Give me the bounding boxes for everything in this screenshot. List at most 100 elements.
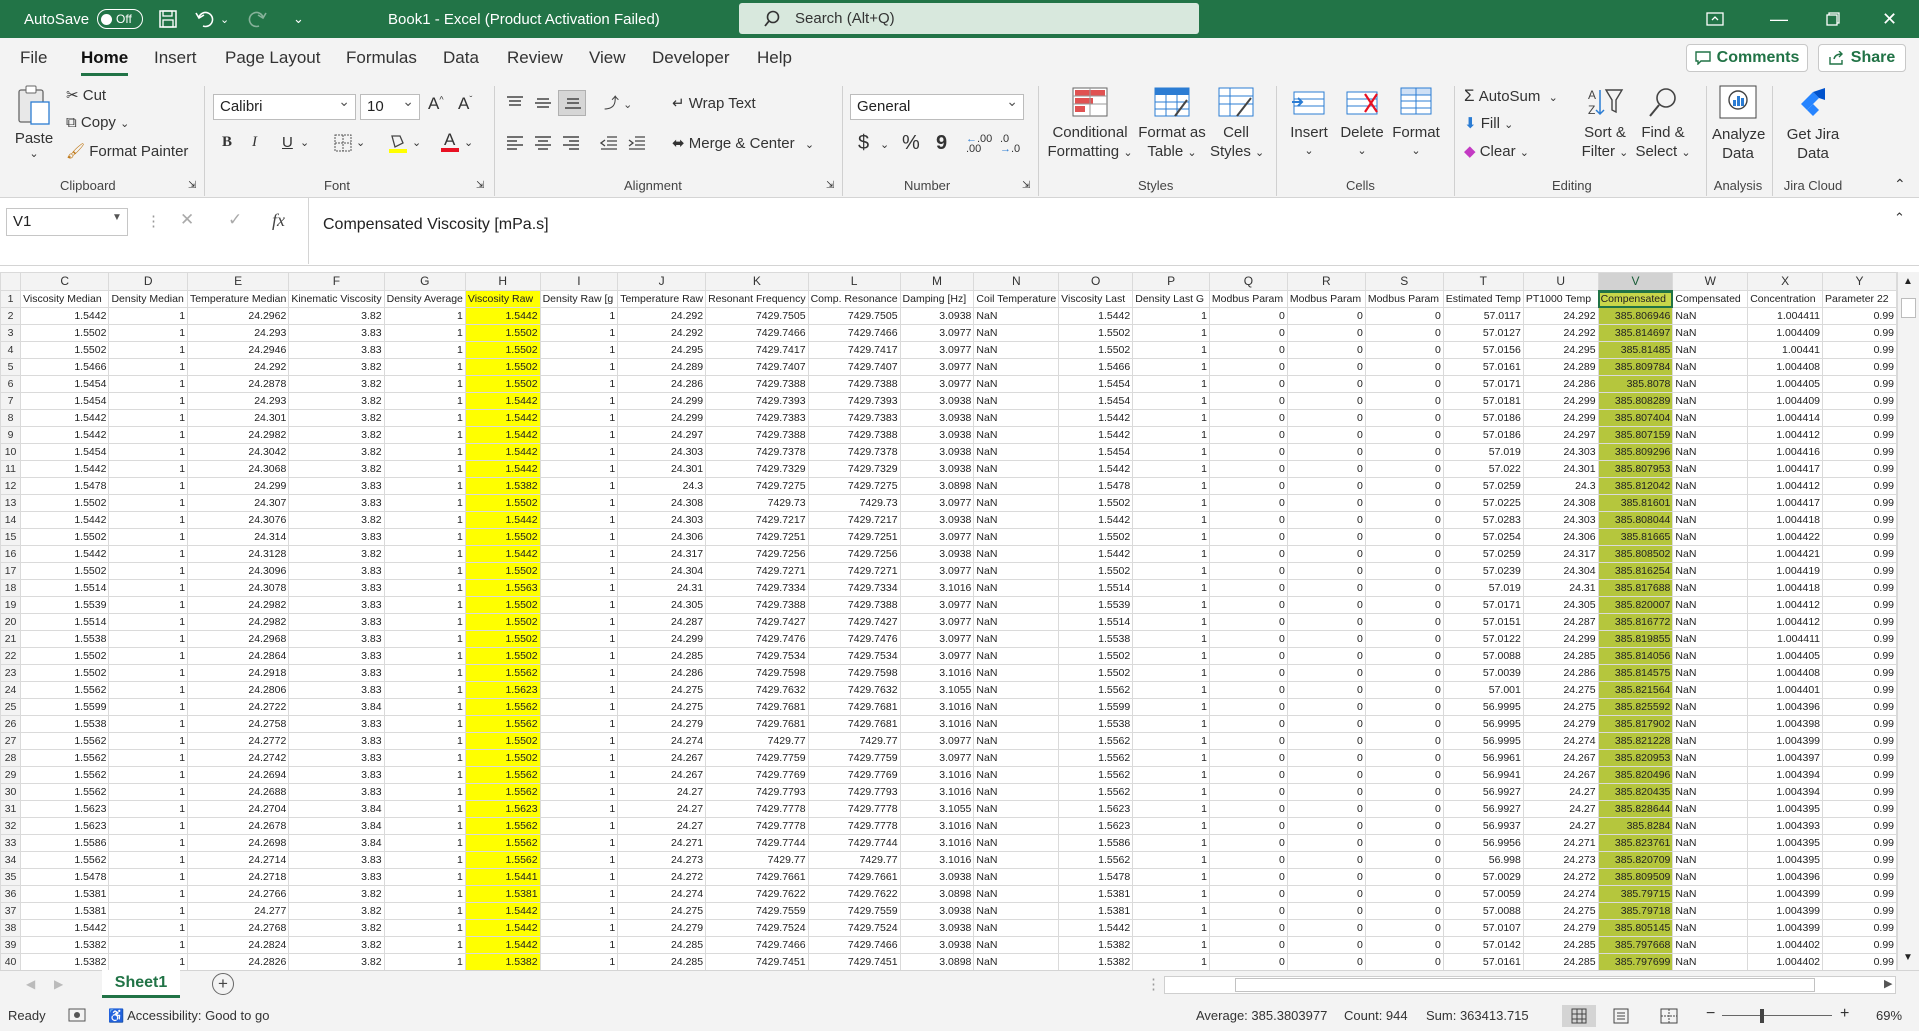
cell[interactable]: 1.5502 xyxy=(464,562,541,580)
row-header[interactable]: 10 xyxy=(0,443,22,461)
cell[interactable]: 0 xyxy=(1208,528,1288,546)
cell[interactable]: 1 xyxy=(539,834,619,852)
cell[interactable]: 0 xyxy=(1364,664,1444,682)
cell[interactable]: NaN xyxy=(973,766,1060,784)
cell[interactable]: 1 xyxy=(108,800,189,818)
cell[interactable]: NaN xyxy=(1672,528,1749,546)
cell[interactable]: 3.0977 xyxy=(899,647,975,665)
cut-button[interactable]: ✂ Cut xyxy=(66,86,106,104)
cell[interactable]: 1.004416 xyxy=(1747,443,1824,461)
cell[interactable]: 1.5562 xyxy=(20,851,110,869)
cell[interactable]: 1.004411 xyxy=(1747,307,1824,325)
cell[interactable]: 24.2982 xyxy=(187,426,290,444)
cell[interactable]: 3.84 xyxy=(288,817,385,835)
cell[interactable]: 1 xyxy=(1132,324,1210,342)
cell[interactable]: 1.5442 xyxy=(464,936,541,954)
cell[interactable]: 7429.73 xyxy=(705,494,809,512)
cell[interactable]: 57.0156 xyxy=(1442,341,1524,359)
cell[interactable]: 24.2772 xyxy=(187,732,290,750)
row-header[interactable]: 12 xyxy=(0,477,22,495)
cell[interactable]: 1 xyxy=(108,545,189,563)
cell[interactable]: 7429.7793 xyxy=(705,783,809,801)
cell[interactable]: 0 xyxy=(1286,919,1366,937)
cell[interactable]: 1 xyxy=(383,392,466,410)
cell[interactable]: 24.275 xyxy=(617,902,707,920)
column-header-f[interactable]: F xyxy=(288,272,385,291)
find-select-button[interactable]: Find & Select ⌄ xyxy=(1634,86,1692,163)
cell[interactable]: NaN xyxy=(1672,868,1749,886)
cell[interactable]: 1.004412 xyxy=(1747,477,1824,495)
cell[interactable]: 1 xyxy=(539,511,619,529)
paste-dropdown-icon[interactable]: ⌄ xyxy=(14,147,54,160)
tab-developer[interactable]: Developer xyxy=(652,48,730,68)
cell[interactable]: 1 xyxy=(1132,630,1210,648)
name-box-dropdown-icon[interactable]: ▼ xyxy=(112,212,122,223)
cell[interactable]: 1 xyxy=(383,511,466,529)
cell[interactable]: 57.0239 xyxy=(1442,562,1524,580)
cell[interactable]: 24.275 xyxy=(1522,681,1599,699)
clear-dropdown-icon[interactable]: ⌄ xyxy=(1520,147,1529,159)
cell[interactable]: NaN xyxy=(1672,324,1749,342)
cell[interactable]: 24.286 xyxy=(1522,375,1599,393)
cell[interactable]: 3.83 xyxy=(288,494,385,512)
cell[interactable]: 7429.7534 xyxy=(807,647,901,665)
tab-page-layout[interactable]: Page Layout xyxy=(225,48,320,68)
cell[interactable]: 3.0977 xyxy=(899,630,975,648)
cell[interactable]: 1.5539 xyxy=(1058,596,1134,614)
cell[interactable]: 24.295 xyxy=(1522,341,1599,359)
cell[interactable]: 1.5502 xyxy=(20,341,110,359)
vertical-scroll-thumb[interactable] xyxy=(1901,298,1916,318)
cell[interactable]: 1.5442 xyxy=(20,307,110,325)
cell[interactable]: 1.5442 xyxy=(464,443,541,461)
cell[interactable]: 7429.7217 xyxy=(807,511,901,529)
cell[interactable]: 24.2768 xyxy=(187,919,290,937)
cell[interactable]: NaN xyxy=(1672,630,1749,648)
cell[interactable]: 1.5478 xyxy=(20,477,110,495)
cell[interactable]: 1.004414 xyxy=(1747,409,1824,427)
cell[interactable]: 3.0938 xyxy=(899,545,975,563)
cell[interactable]: 1.5562 xyxy=(1058,732,1134,750)
cell[interactable]: 3.83 xyxy=(288,341,385,359)
cell[interactable]: 1.5454 xyxy=(1058,375,1134,393)
cell[interactable]: 3.1055 xyxy=(899,800,975,818)
column-header-d[interactable]: D xyxy=(108,272,189,291)
cell[interactable]: 0 xyxy=(1286,545,1366,563)
enter-icon[interactable]: ✓ xyxy=(228,210,242,230)
header-cell[interactable]: Temperature Median xyxy=(187,290,290,308)
header-cell[interactable]: Parameter 22 xyxy=(1822,290,1897,308)
cell[interactable]: 385.823761 xyxy=(1597,834,1674,852)
cell[interactable]: 24.277 xyxy=(187,902,290,920)
cell[interactable]: 3.1016 xyxy=(899,698,975,716)
cell[interactable]: 1 xyxy=(1132,800,1210,818)
cell[interactable]: 1 xyxy=(108,341,189,359)
cell[interactable]: 385.79718 xyxy=(1597,902,1674,920)
cell[interactable]: NaN xyxy=(973,596,1060,614)
cell[interactable]: 0 xyxy=(1364,885,1444,903)
cell[interactable]: 1.5442 xyxy=(464,460,541,478)
cell[interactable]: 3.0977 xyxy=(899,358,975,376)
cell[interactable]: 1 xyxy=(1132,749,1210,767)
cell[interactable]: 0 xyxy=(1286,936,1366,954)
cell[interactable]: 0.99 xyxy=(1822,528,1897,546)
clear-button[interactable]: ◆ Clear ⌄ xyxy=(1464,142,1529,160)
cell[interactable]: 1.004417 xyxy=(1747,460,1824,478)
cell[interactable]: 1 xyxy=(383,885,466,903)
cell[interactable]: 24.279 xyxy=(1522,715,1599,733)
cell[interactable]: 3.0938 xyxy=(899,902,975,920)
cell[interactable]: 0 xyxy=(1364,528,1444,546)
fill-dropdown-icon[interactable]: ⌄ xyxy=(1504,119,1513,131)
tab-split-handle[interactable]: ⋮ xyxy=(1146,975,1161,993)
cell[interactable]: 7429.7466 xyxy=(705,324,809,342)
cell[interactable]: 1.004393 xyxy=(1747,817,1824,835)
cell[interactable]: 1.004397 xyxy=(1747,749,1824,767)
cell[interactable]: 24.299 xyxy=(187,477,290,495)
cell[interactable]: 7429.7778 xyxy=(705,800,809,818)
cell[interactable]: 7429.7275 xyxy=(705,477,809,495)
cell[interactable]: 1.5382 xyxy=(464,953,541,970)
cell[interactable]: NaN xyxy=(1672,511,1749,529)
cell[interactable]: 1.004399 xyxy=(1747,919,1824,937)
cell[interactable]: 1.004402 xyxy=(1747,953,1824,970)
cell[interactable]: NaN xyxy=(973,307,1060,325)
cell[interactable]: 1.5442 xyxy=(1058,511,1134,529)
cell[interactable]: NaN xyxy=(973,681,1060,699)
